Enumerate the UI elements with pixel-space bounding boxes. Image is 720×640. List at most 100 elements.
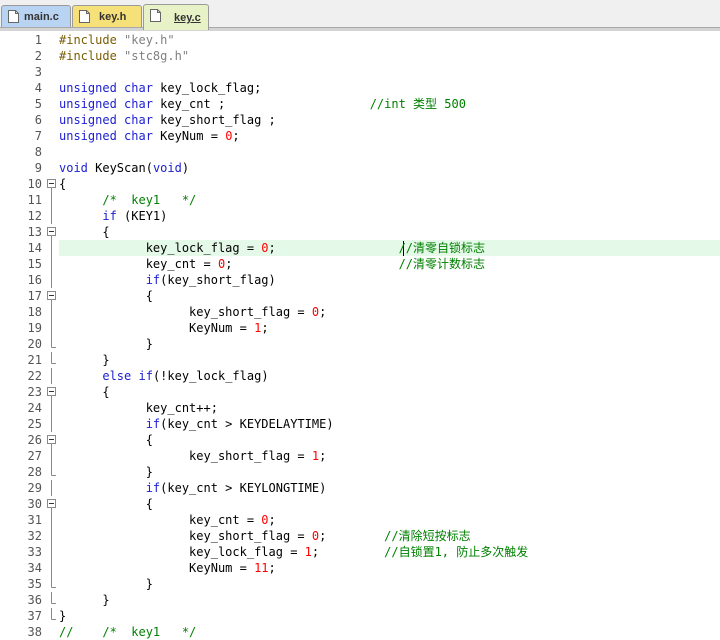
header-file-icon [79, 10, 90, 23]
code-line[interactable]: 26 { [0, 432, 720, 448]
fold-end-marker [47, 464, 56, 480]
fold-guide-line [47, 208, 56, 224]
code-line[interactable]: 8 [0, 144, 720, 160]
code-text: void KeyScan(void) [59, 161, 190, 175]
line-number: 2 [34, 49, 42, 63]
code-line[interactable]: 27 key_short_flag = 1; [0, 448, 720, 464]
line-number: 7 [34, 129, 42, 143]
code-line[interactable]: 15 key_cnt = 0; //清零计数标志 [0, 256, 720, 272]
tab-key-h[interactable]: key.h [72, 5, 142, 27]
code-line[interactable]: 7 unsigned char KeyNum = 0; [0, 128, 720, 144]
file-tab-bar: main.c key.h key.c [0, 0, 720, 31]
code-line[interactable]: 6 unsigned char key_short_flag ; [0, 112, 720, 128]
code-text: /* key1 */ [102, 193, 197, 207]
code-line[interactable]: 9 void KeyScan(void) [0, 160, 720, 176]
fold-guide-line [47, 416, 56, 432]
line-number: 21 [27, 353, 42, 367]
code-line[interactable]: 1 #include "key.h" [0, 32, 720, 48]
line-number: 35 [27, 577, 42, 591]
line-number: 22 [27, 369, 42, 383]
line-number: 16 [27, 273, 42, 287]
code-line[interactable]: 5 unsigned char key_cnt ; //int 类型 500 [0, 96, 720, 112]
code-text: key_cnt++; [59, 401, 218, 415]
fold-end-marker [47, 592, 56, 608]
fold-guide-line [47, 560, 56, 576]
fold-toggle-icon[interactable] [47, 384, 56, 400]
line-number: 5 [34, 97, 42, 111]
line-number: 13 [27, 225, 42, 239]
code-text: #include "stc8g.h" [59, 49, 190, 63]
fold-end-marker [47, 336, 56, 352]
code-text: } [59, 465, 153, 479]
fold-guide-line [47, 304, 56, 320]
code-line[interactable]: 13 { [0, 224, 720, 240]
code-line[interactable]: 11 /* key1 */ [0, 192, 720, 208]
code-text: } [59, 353, 110, 367]
line-number: 17 [27, 289, 42, 303]
code-line[interactable]: 31 key_cnt = 0; [0, 512, 720, 528]
code-line[interactable]: 38 // /* key1 */ [0, 624, 720, 640]
code-text: KeyNum = 1; [59, 321, 269, 335]
tab-main-c[interactable]: main.c [1, 5, 71, 27]
line-number: 37 [27, 609, 42, 623]
line-number: 23 [27, 385, 42, 399]
line-number: 9 [34, 161, 42, 175]
fold-guide-line [47, 400, 56, 416]
code-line[interactable]: 32 key_short_flag = 0; //清除短按标志 [0, 528, 720, 544]
code-text: } [59, 577, 153, 591]
code-text: key_lock_flag = 1; //自锁置1, 防止多次触发 [59, 545, 529, 559]
code-line[interactable]: 29 if(key_cnt > KEYLONGTIME) [0, 480, 720, 496]
code-line[interactable]: 20 } [0, 336, 720, 352]
code-line[interactable]: 37} [0, 608, 720, 624]
code-text: if(key_cnt > KEYLONGTIME) [145, 481, 327, 495]
line-number: 28 [27, 465, 42, 479]
code-line[interactable]: 35 } [0, 576, 720, 592]
fold-toggle-icon[interactable] [47, 176, 56, 192]
fold-guide-line [47, 448, 56, 464]
code-line[interactable]: 19 KeyNum = 1; [0, 320, 720, 336]
code-line[interactable]: 33 key_lock_flag = 1; //自锁置1, 防止多次触发 [0, 544, 720, 560]
fold-toggle-icon[interactable] [47, 288, 56, 304]
line-number: 1 [34, 33, 42, 47]
code-line[interactable]: 36 } [0, 592, 720, 608]
code-text: if(key_short_flag) [145, 273, 276, 287]
code-line[interactable]: 18 key_short_flag = 0; [0, 304, 720, 320]
code-line[interactable]: 30 { [0, 496, 720, 512]
code-line[interactable]: 10 { [0, 176, 720, 192]
code-line[interactable]: 12 if (KEY1) [0, 208, 720, 224]
fold-toggle-icon[interactable] [47, 432, 56, 448]
fold-guide-line [47, 320, 56, 336]
line-number: 27 [27, 449, 42, 463]
code-line[interactable]: 21 } [0, 352, 720, 368]
code-line[interactable]: 17 { [0, 288, 720, 304]
code-text: { [59, 433, 153, 447]
code-line[interactable]: 2 #include "stc8g.h" [0, 48, 720, 64]
code-line[interactable]: 16 if(key_short_flag) [0, 272, 720, 288]
code-text: else if(!key_lock_flag) [102, 369, 269, 383]
code-line[interactable]: 3 [0, 64, 720, 80]
code-line[interactable]: 23 { [0, 384, 720, 400]
line-number: 11 [27, 193, 42, 207]
code-line[interactable]: 22 else if(!key_lock_flag) [0, 368, 720, 384]
fold-toggle-icon[interactable] [47, 496, 56, 512]
code-editor[interactable]: 1 #include "key.h" 2 #include "stc8g.h" 3 4 un… [0, 31, 720, 640]
fold-guide-line [47, 480, 56, 496]
code-line[interactable]: 34 KeyNum = 11; [0, 560, 720, 576]
code-text: // /* key1 */ [59, 625, 197, 639]
tab-key-c[interactable]: key.c [143, 4, 209, 30]
code-text: { [59, 177, 67, 191]
code-text: } [59, 337, 153, 351]
line-number: 6 [34, 113, 42, 127]
code-line[interactable]: 14 key_lock_flag = 0; //清零自锁标志 [0, 240, 720, 256]
code-line[interactable]: 28 } [0, 464, 720, 480]
code-text: #include "key.h" [59, 33, 175, 47]
code-line[interactable]: 4 unsigned char key_lock_flag; [0, 80, 720, 96]
code-text: { [59, 385, 110, 399]
line-number: 31 [27, 513, 42, 527]
fold-guide-line [47, 272, 56, 288]
code-line[interactable]: 25 if(key_cnt > KEYDELAYTIME) [0, 416, 720, 432]
fold-guide-line [47, 512, 56, 528]
fold-toggle-icon[interactable] [47, 224, 56, 240]
c-file-icon [8, 10, 19, 23]
code-line[interactable]: 24 key_cnt++; [0, 400, 720, 416]
